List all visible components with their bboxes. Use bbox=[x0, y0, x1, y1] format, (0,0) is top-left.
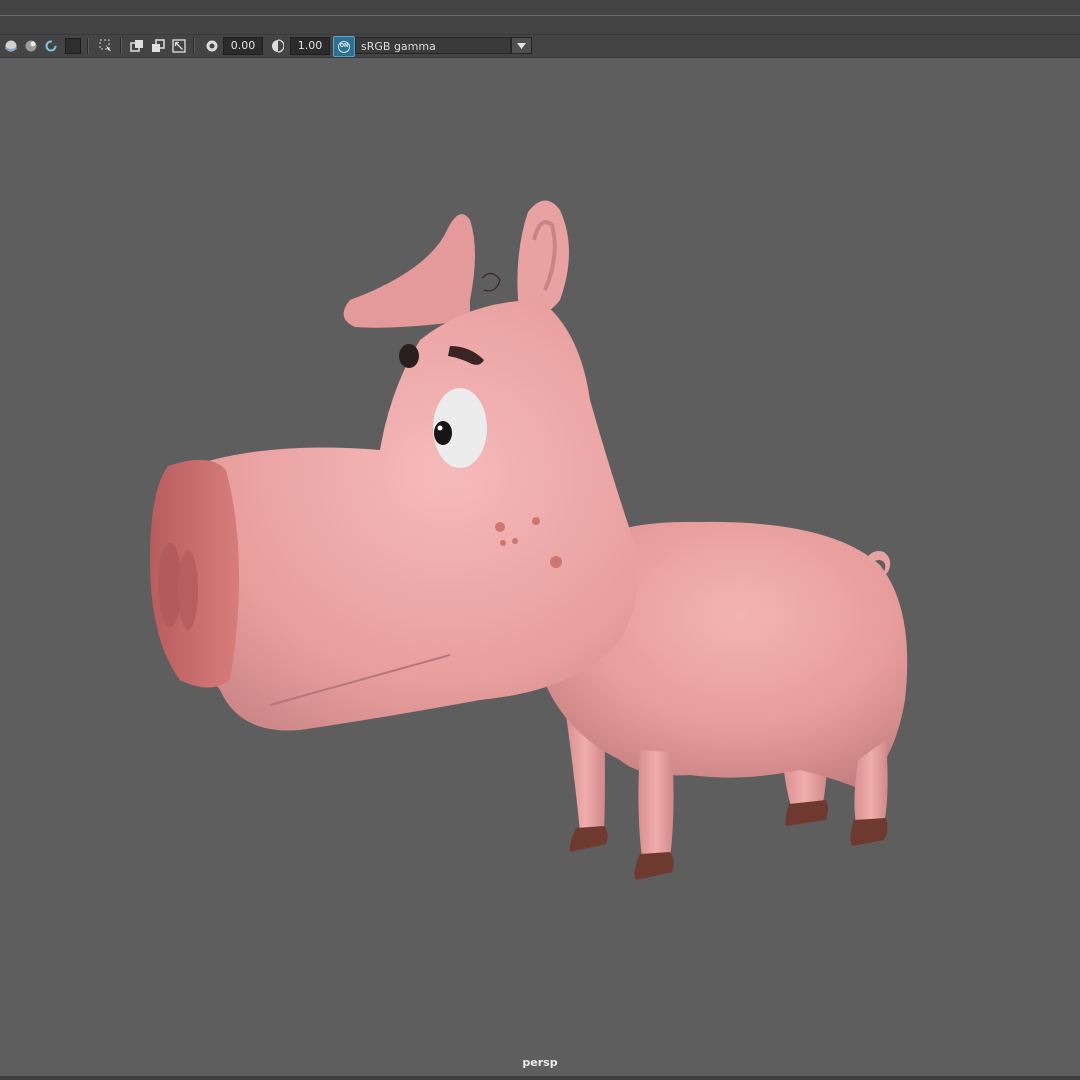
leg-front-near bbox=[634, 750, 674, 880]
snout bbox=[150, 459, 240, 688]
ear-right bbox=[517, 200, 569, 315]
ear-left bbox=[343, 214, 475, 328]
eye-left bbox=[399, 344, 419, 368]
eye-right bbox=[433, 388, 487, 468]
pig-model[interactable] bbox=[0, 0, 1080, 1080]
ear-tag bbox=[481, 272, 501, 292]
camera-label: persp bbox=[522, 1056, 558, 1069]
viewport-border bbox=[0, 1076, 1080, 1080]
